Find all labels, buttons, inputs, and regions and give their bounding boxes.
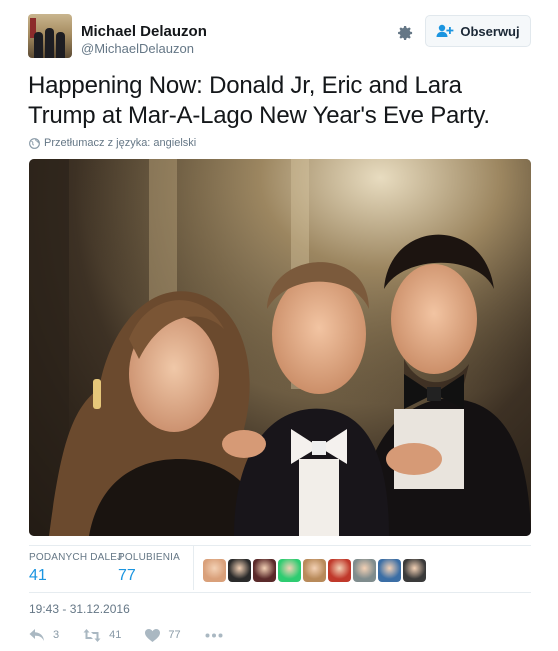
tweet-stats: PODANYCH DALEJ 41 POLUBIENIA 77 [29, 546, 531, 590]
author-handle[interactable]: @MichaelDelauzon [81, 41, 194, 56]
liker-avatar[interactable] [278, 559, 301, 582]
translate-label: Przetłumacz z języka: angielski [44, 137, 197, 149]
gear-icon[interactable] [395, 23, 415, 43]
liker-avatar[interactable] [403, 559, 426, 582]
liker-avatar[interactable] [353, 559, 376, 582]
liker-avatar[interactable] [303, 559, 326, 582]
add-user-icon [436, 24, 454, 37]
author-name[interactable]: Michael Delauzon [81, 23, 207, 40]
retweets-count[interactable]: 41 [29, 567, 47, 585]
retweet-button[interactable]: 41 [83, 628, 122, 642]
reply-button[interactable]: 3 [29, 628, 59, 642]
like-count: 77 [168, 629, 181, 641]
more-icon [205, 633, 223, 637]
tweet-text: Happening Now: Donald Jr, Eric and Lara … [28, 72, 490, 129]
like-button[interactable]: 77 [145, 628, 181, 642]
retweet-icon [83, 628, 101, 642]
tweet-actions: 3 41 77 [29, 628, 247, 642]
photo-image [29, 159, 531, 536]
stats-divider-bottom [29, 592, 531, 593]
globe-icon [29, 137, 40, 149]
liker-avatar[interactable] [378, 559, 401, 582]
retweet-count: 41 [109, 629, 122, 641]
liker-avatar[interactable] [328, 559, 351, 582]
retweets-label: PODANYCH DALEJ [29, 552, 123, 563]
liker-avatar[interactable] [203, 559, 226, 582]
liker-avatars [203, 559, 426, 582]
follow-button[interactable]: Obserwuj [425, 15, 531, 47]
translate-link[interactable]: Przetłumacz z języka: angielski [29, 137, 196, 149]
liker-avatar[interactable] [228, 559, 251, 582]
more-button[interactable] [205, 633, 223, 638]
follow-button-label: Obserwuj [460, 23, 520, 39]
reply-count: 3 [53, 629, 60, 641]
reply-icon [29, 629, 44, 641]
tweet-photo[interactable] [29, 159, 531, 536]
liker-avatar[interactable] [253, 559, 276, 582]
likes-label: POLUBIENIA [118, 552, 181, 563]
stats-separator [193, 546, 194, 590]
author-avatar[interactable] [28, 14, 72, 58]
tweet-header: Michael Delauzon @MichaelDelauzon Obserw… [28, 14, 532, 60]
heart-icon [145, 628, 161, 642]
likes-count[interactable]: 77 [118, 567, 136, 585]
tweet-timestamp[interactable]: 19:43 - 31.12.2016 [29, 602, 130, 616]
